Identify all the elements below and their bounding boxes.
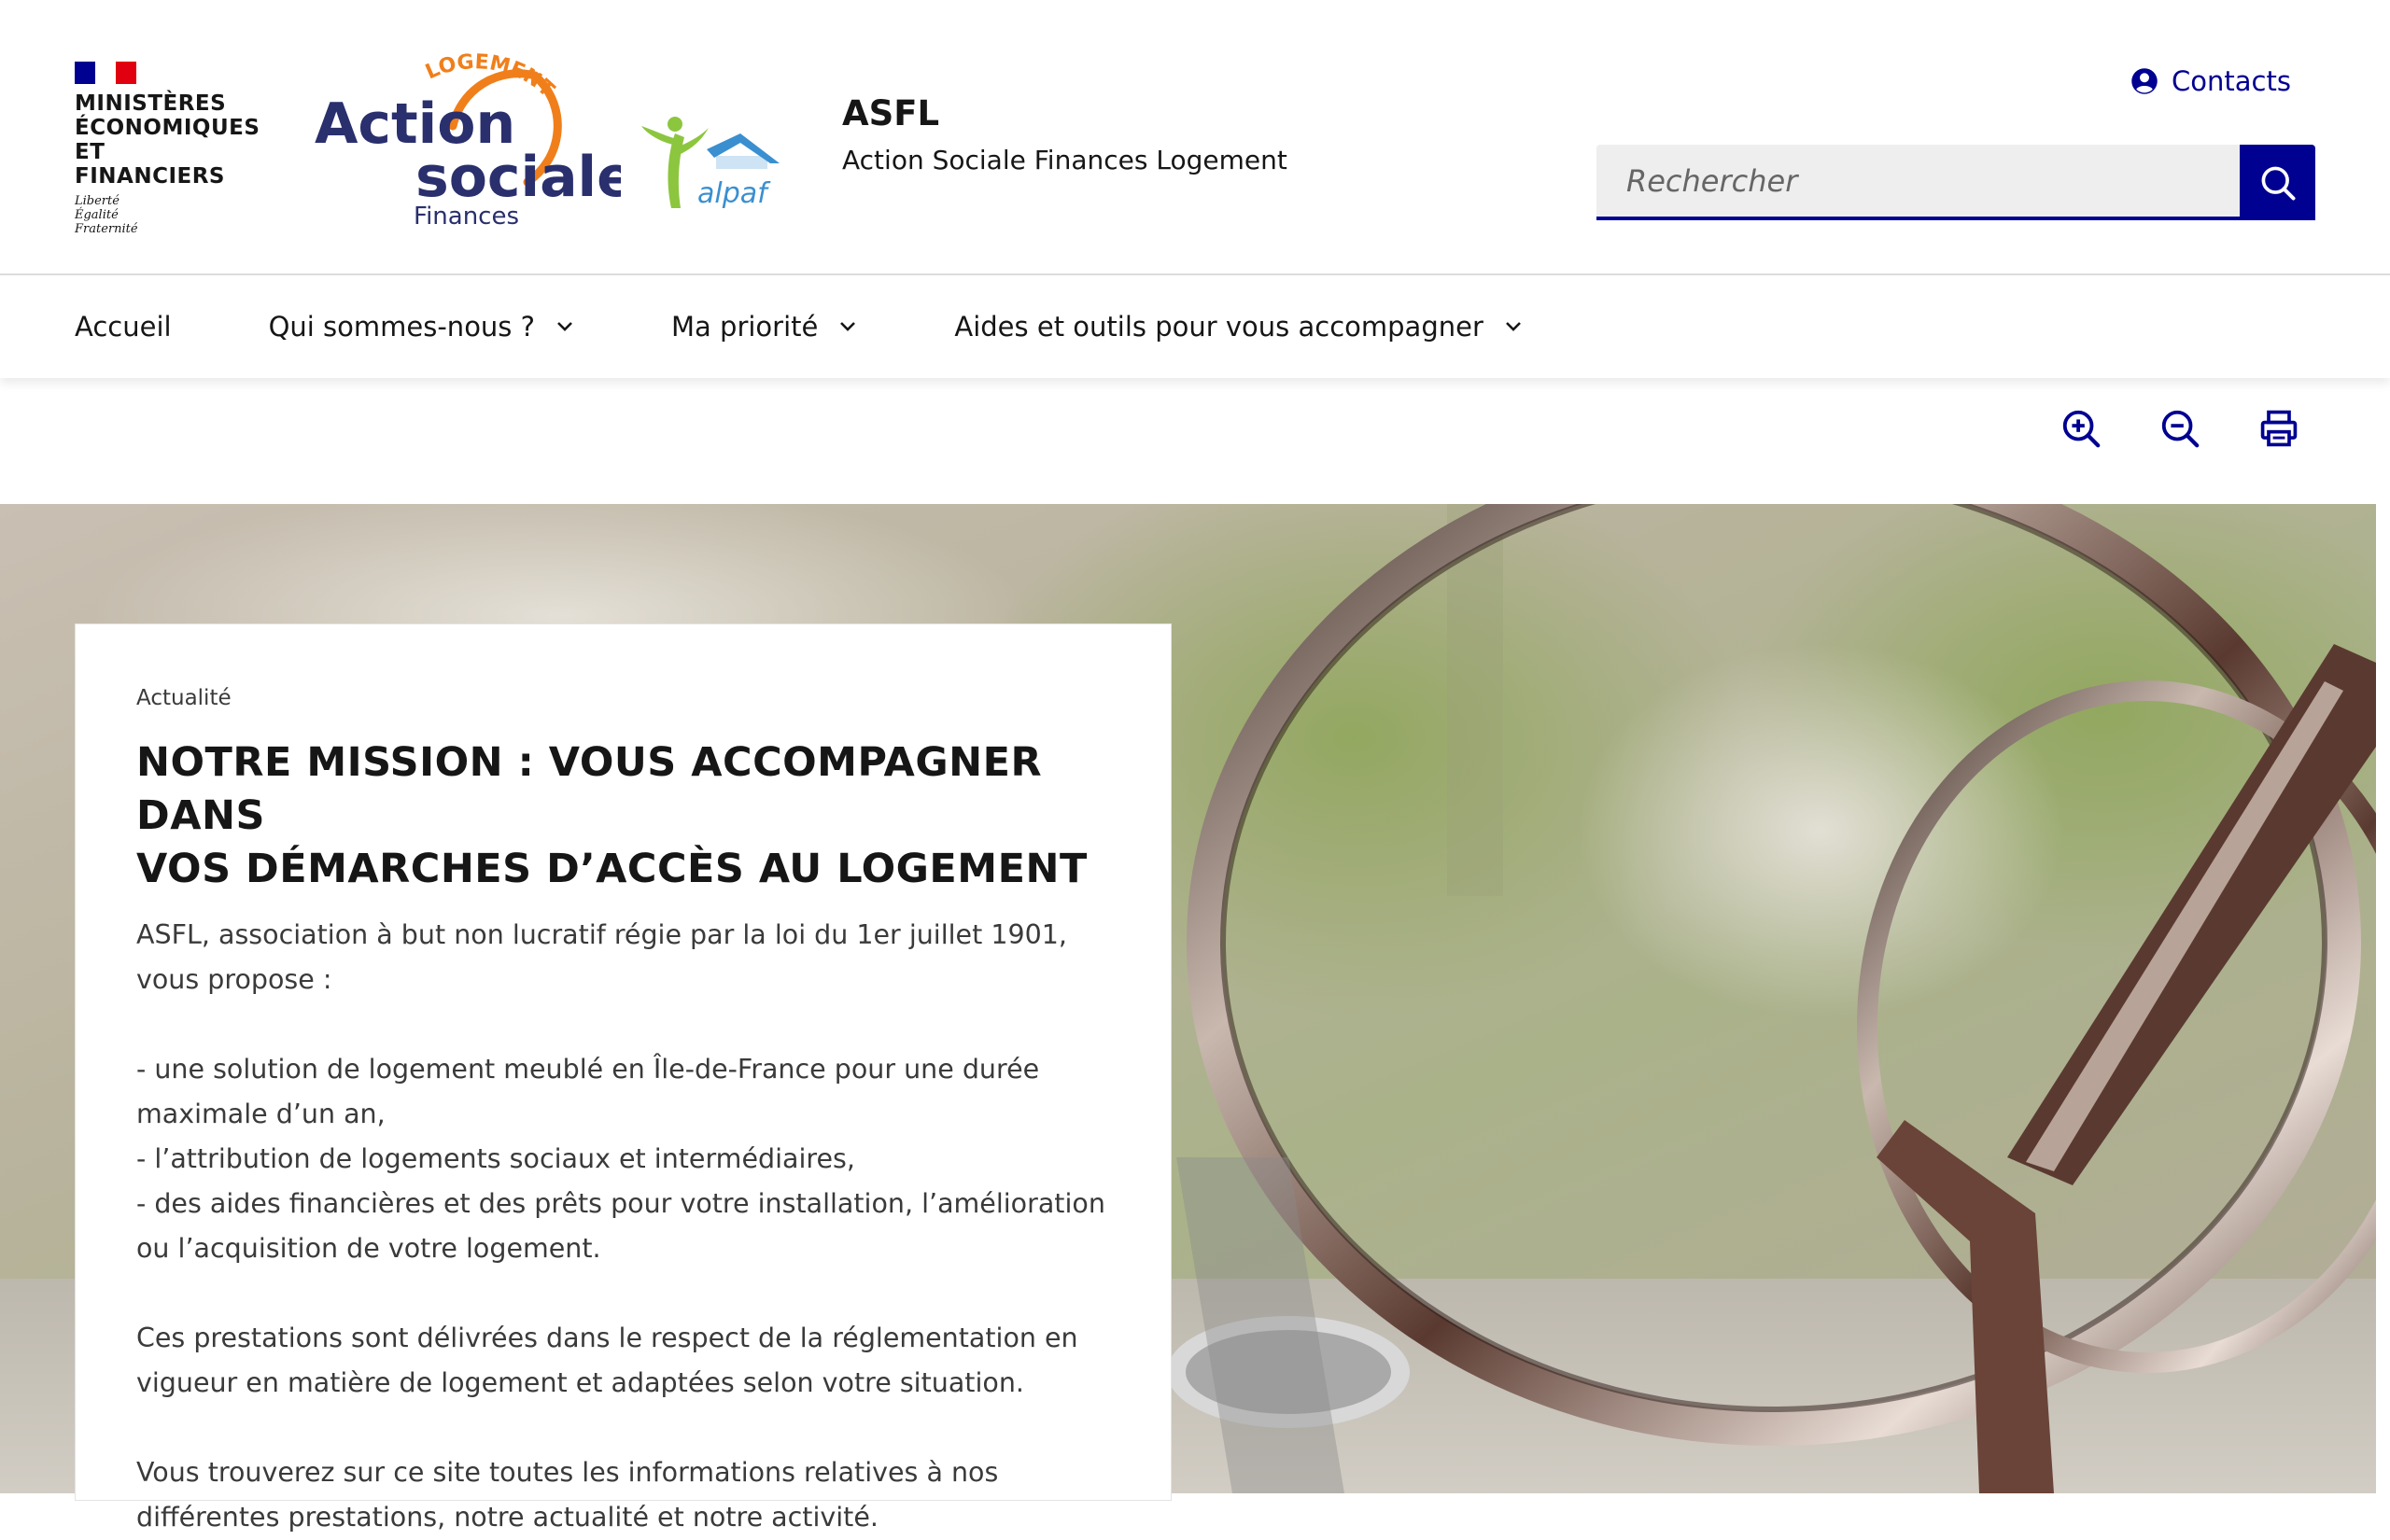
chevron-down-icon [1505, 322, 1521, 331]
chevron-down-icon [557, 322, 572, 331]
contacts-label: Contacts [2172, 65, 2291, 97]
ministry-logo[interactable]: MINISTÈRES ÉCONOMIQUES ET FINANCIERS Lib… [75, 62, 261, 236]
zoom-in-icon [2062, 410, 2101, 448]
alpaf-logo[interactable]: alpaf [640, 117, 784, 215]
zoom-out-button[interactable] [2153, 401, 2207, 455]
card-body: ASFL, association à but non lucratif rég… [136, 913, 1110, 1540]
card-title: NOTRE MISSION : VOUS ACCOMPAGNER DANS VO… [136, 739, 1088, 892]
search-button[interactable] [2240, 145, 2315, 220]
site-brand[interactable]: ASFL Action Sociale Finances Logement [842, 93, 1287, 175]
zoom-out-icon [2161, 410, 2200, 448]
page-tools [2054, 401, 2306, 457]
marianne-flag [75, 62, 136, 84]
list-item: - des aides financières et des prêts pou… [136, 1188, 1105, 1264]
logo-finances-text: Finances [414, 203, 519, 231]
site-tagline: Action Sociale Finances Logement [842, 145, 1287, 175]
user-circle-icon [2131, 68, 2158, 94]
search-input[interactable] [1596, 145, 2240, 220]
search-icon [2261, 166, 2296, 201]
nav-item-qui-sommes-nous[interactable]: Qui sommes-nous ? [269, 311, 574, 343]
alpaf-text: alpaf [697, 177, 771, 210]
site-header: MINISTÈRES ÉCONOMIQUES ET FINANCIERS Lib… [0, 0, 2390, 275]
card-paragraph: Ces prestations sont délivrées dans le r… [136, 1323, 1078, 1398]
ministry-name: MINISTÈRES ÉCONOMIQUES ET FINANCIERS [75, 91, 260, 189]
republic-motto: Liberté Égalité Fraternité [75, 194, 138, 236]
nav-item-ma-priorite[interactable]: Ma priorité [671, 311, 857, 343]
card-category-tag: Actualité [136, 686, 232, 710]
list-item: - une solution de logement meublé en Île… [136, 1054, 1040, 1129]
chevron-down-icon [840, 322, 856, 331]
nav-item-accueil[interactable]: Accueil [75, 311, 172, 343]
site-title: ASFL [842, 93, 940, 133]
zoom-in-button[interactable] [2054, 401, 2108, 455]
logo-sociale-text: sociale [415, 145, 621, 210]
contacts-link[interactable]: Contacts [2130, 65, 2291, 97]
list-item: - l’attribution de logements sociaux et … [136, 1143, 855, 1174]
nav-item-aides-outils[interactable]: Aides et outils pour vous accompagner [954, 311, 1523, 343]
main-navigation: Accueil Qui sommes-nous ? Ma priorité Ai… [0, 275, 2390, 378]
print-button[interactable] [2252, 401, 2306, 455]
search-bar [1596, 145, 2315, 220]
card-intro: ASFL, association à but non lucratif rég… [136, 919, 1067, 995]
mission-card: Actualité NOTRE MISSION : VOUS ACCOMPAGN… [75, 623, 1172, 1533]
action-sociale-logo[interactable]: LOGEMENT Action sociale Finances [313, 42, 635, 233]
card-paragraph: Vous trouverez sur ce site toutes les in… [136, 1457, 999, 1533]
print-icon [2260, 410, 2298, 447]
